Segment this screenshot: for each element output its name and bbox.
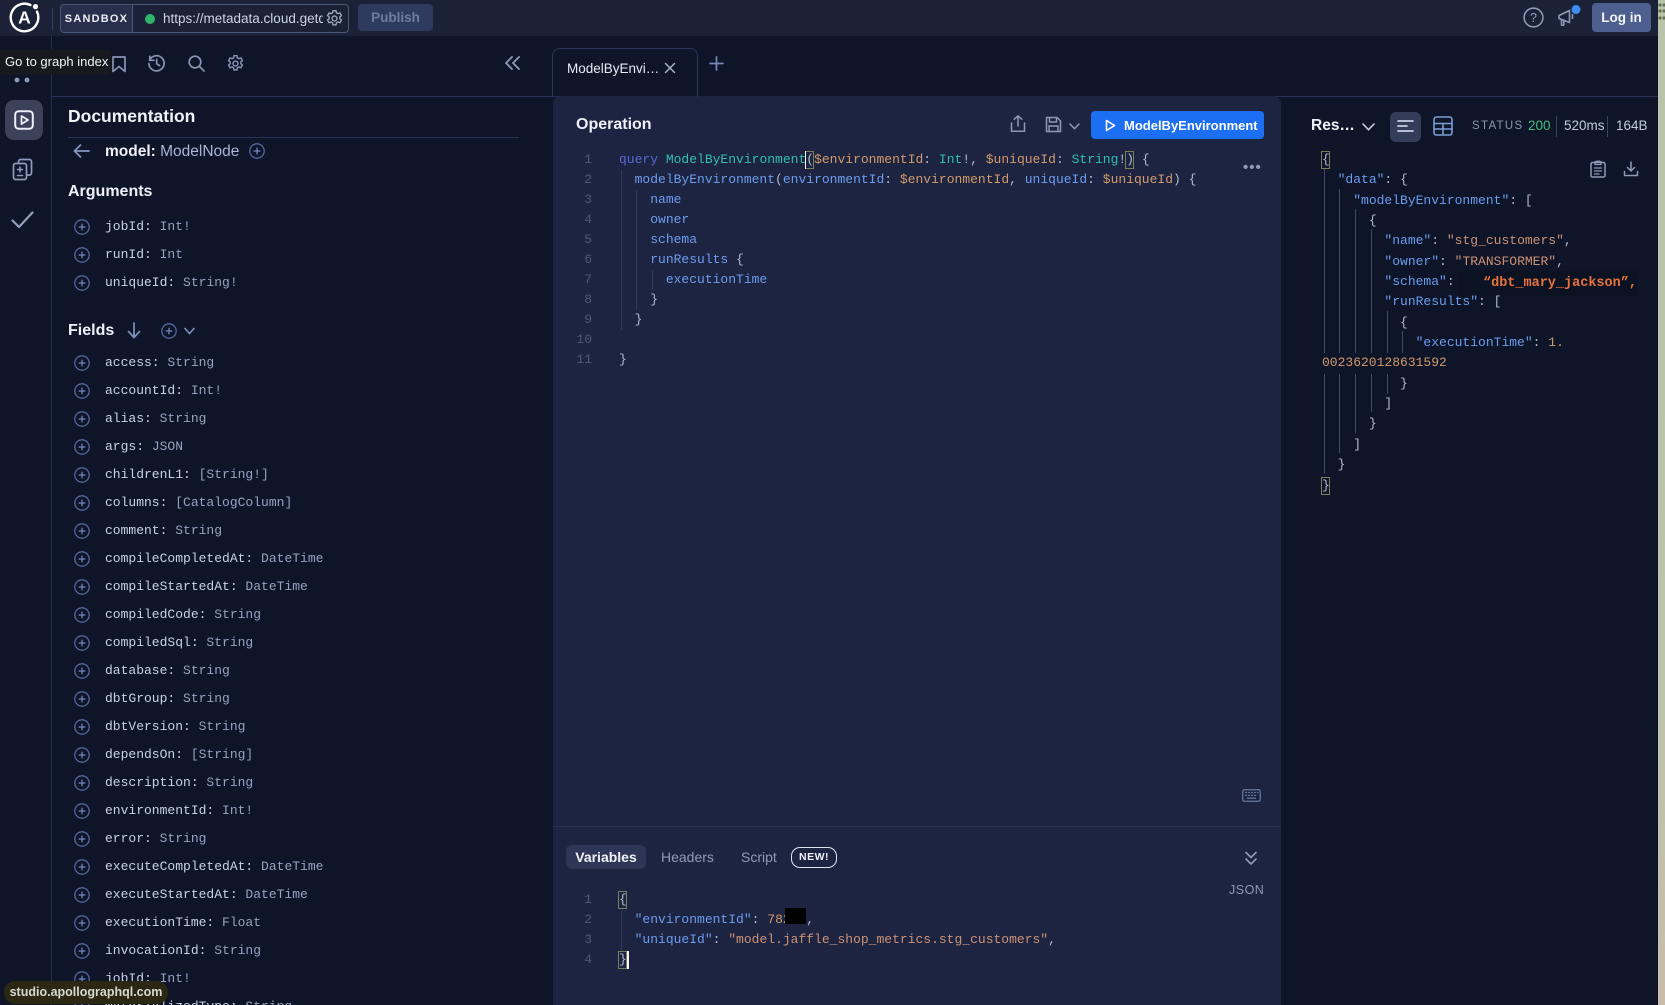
svg-text:A: A [18, 8, 31, 28]
